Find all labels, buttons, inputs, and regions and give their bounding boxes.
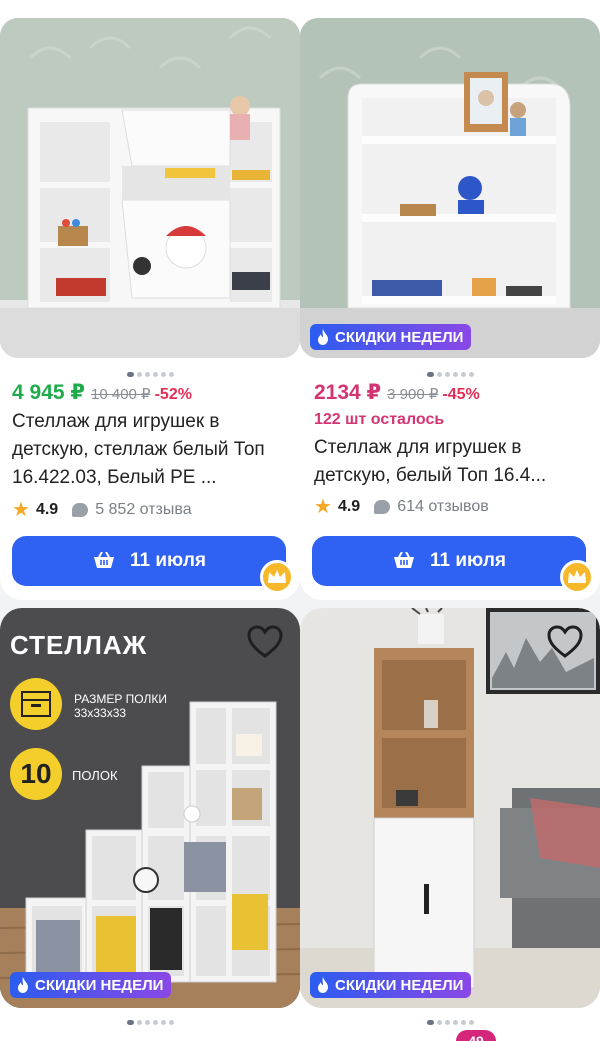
product-image-4[interactable]: СКИДКИ НЕДЕЛИ	[300, 608, 600, 1008]
rating-row[interactable]: ★ 4.9 614 отзывов	[314, 494, 489, 519]
promo-badge-text: СКИДКИ НЕДЕЛИ	[35, 976, 164, 994]
price-row: 4 945 ₽ 10 400 ₽ -52%	[12, 380, 192, 405]
product-title[interactable]: Стеллаж для игрушек в детскую, белый Топ…	[314, 434, 596, 490]
promo-badge-text: СКИДКИ НЕДЕЛИ	[335, 976, 464, 994]
product-title[interactable]: Стеллаж для игрушек в детскую, стеллаж б…	[12, 408, 294, 492]
add-to-cart-button[interactable]: 11 июля	[312, 536, 586, 586]
promo-badge: СКИДКИ НЕДЕЛИ	[10, 972, 172, 998]
product-image-3[interactable]: СТЕЛЛАЖ РАЗМЕР ПОЛКИ 33x33x33 10 ПОЛОК С…	[0, 608, 300, 1008]
fire-icon	[318, 329, 328, 345]
basket-icon	[94, 552, 115, 568]
image-pager-dots	[0, 1012, 300, 1025]
cart-count-badge: 49	[456, 1030, 496, 1041]
current-price: 4 945 ₽	[12, 381, 85, 404]
shelves-count: 10	[10, 748, 62, 800]
delivery-date: 11 июля	[430, 550, 506, 571]
heart-icon[interactable]	[246, 624, 284, 660]
old-price: 10 400 ₽	[91, 386, 151, 403]
reviews-count: 614 отзывов	[397, 497, 489, 515]
product-card-1[interactable]: 4 945 ₽ 10 400 ₽ -52% Стеллаж для игрушек …	[0, 0, 300, 600]
reviews-count: 5 852 отзыва	[95, 500, 192, 518]
shelf-size-label: РАЗМЕР ПОЛКИ	[74, 692, 167, 706]
review-bubble-icon	[72, 502, 89, 517]
promo-badge: СКИДКИ НЕДЕЛИ	[310, 324, 472, 350]
rating-value: 4.9	[337, 497, 361, 515]
product-card-4[interactable]: СКИДКИ НЕДЕЛИ	[300, 608, 600, 1041]
crown-icon	[260, 560, 294, 594]
image-heading: СТЕЛЛАЖ	[10, 630, 148, 660]
star-icon: ★	[12, 499, 30, 521]
image-pager-dots	[300, 1012, 600, 1025]
product-card-3[interactable]: СТЕЛЛАЖ РАЗМЕР ПОЛКИ 33x33x33 10 ПОЛОК С…	[0, 608, 300, 1041]
discount-percent: -52%	[154, 386, 192, 403]
product-card-2[interactable]: СКИДКИ НЕДЕЛИ 2134 ₽ 3 900 ₽ -45% 122 шт о…	[300, 0, 600, 600]
price-row: 2134 ₽ 3 900 ₽ -45%	[314, 380, 480, 405]
discount-percent: -45%	[442, 386, 480, 403]
image-pager-dots	[0, 364, 300, 377]
current-price: 2134 ₽	[314, 381, 382, 404]
product-image-2[interactable]	[300, 18, 600, 358]
promo-badge-text: СКИДКИ НЕДЕЛИ	[335, 328, 464, 346]
crown-icon	[560, 560, 594, 594]
review-bubble-icon	[374, 499, 391, 514]
product-image-1[interactable]	[0, 18, 300, 358]
shelf-size-value: 33x33x33	[74, 706, 127, 720]
heart-icon[interactable]	[546, 624, 584, 660]
image-pager-dots	[300, 364, 600, 377]
rating-value: 4.9	[35, 500, 59, 518]
shelves-label: ПОЛОК	[72, 768, 118, 783]
promo-badge: СКИДКИ НЕДЕЛИ	[310, 972, 472, 998]
stock-remaining: 122 шт осталось	[314, 411, 445, 428]
old-price: 3 900 ₽	[387, 386, 439, 403]
shelf-size-block: РАЗМЕР ПОЛКИ 33x33x33	[74, 692, 167, 720]
add-to-cart-button[interactable]: 11 июля	[12, 536, 286, 586]
delivery-date: 11 июля	[130, 550, 206, 571]
box-icon	[10, 678, 62, 730]
fire-icon	[18, 977, 28, 993]
rating-row[interactable]: ★ 4.9 5 852 отзыва	[12, 497, 192, 522]
basket-icon	[394, 552, 415, 568]
fire-icon	[318, 977, 328, 993]
star-icon: ★	[314, 496, 332, 518]
